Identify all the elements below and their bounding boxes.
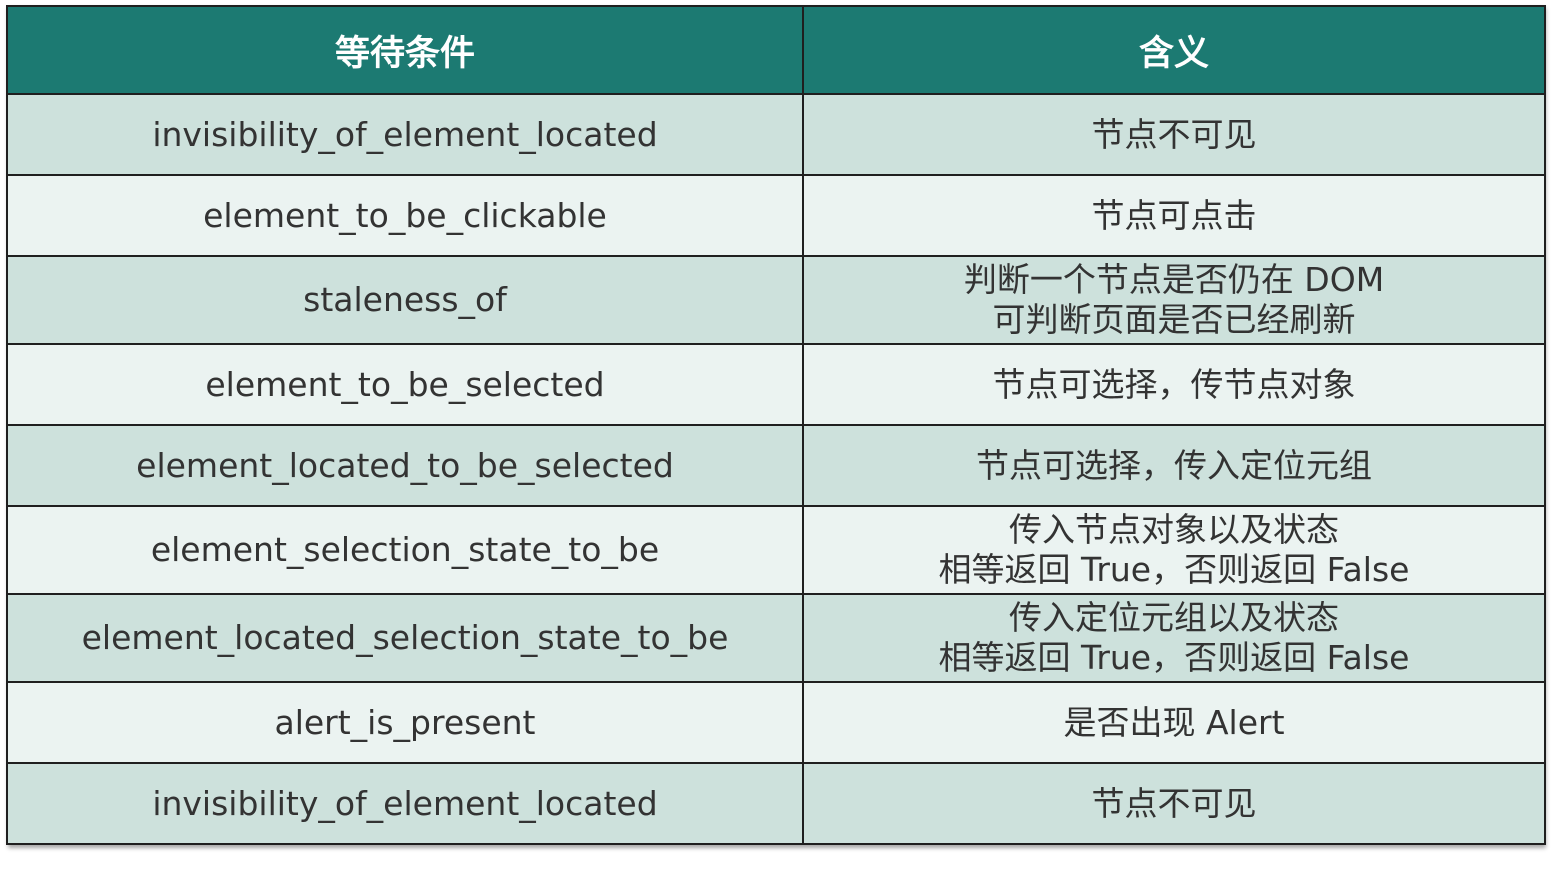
meaning-line: 相等返回 True，否则返回 False xyxy=(938,550,1410,589)
table-row: alert_is_present 是否出现 Alert xyxy=(6,681,1546,764)
meaning-line: 可判断页面是否已经刷新 xyxy=(992,300,1356,339)
condition-cell: element_to_be_selected xyxy=(6,343,804,426)
meaning-cell: 节点不可见 xyxy=(802,762,1546,845)
meaning-line: 节点不可见 xyxy=(1091,114,1257,154)
meaning-line: 判断一个节点是否仍在 DOM xyxy=(963,260,1385,299)
condition-cell: element_selection_state_to_be xyxy=(6,505,804,595)
condition-cell: invisibility_of_element_located xyxy=(6,762,804,845)
condition-cell: element_to_be_clickable xyxy=(6,174,804,257)
table-row: element_to_be_selected 节点可选择，传节点对象 xyxy=(6,343,1546,426)
table-row: element_located_selection_state_to_be 传入… xyxy=(6,593,1546,683)
meaning-cell: 传入节点对象以及状态 相等返回 True，否则返回 False xyxy=(802,505,1546,595)
header-condition: 等待条件 xyxy=(6,5,804,95)
condition-cell: staleness_of xyxy=(6,255,804,345)
wait-conditions-table: 等待条件 含义 invisibility_of_element_located … xyxy=(6,5,1546,845)
meaning-line: 节点可选择，传入定位元组 xyxy=(976,445,1372,485)
condition-cell: element_located_selection_state_to_be xyxy=(6,593,804,683)
table-row: invisibility_of_element_located 节点不可见 xyxy=(6,93,1546,176)
meaning-line: 相等返回 True，否则返回 False xyxy=(938,638,1410,677)
meaning-line: 节点可选择，传节点对象 xyxy=(992,364,1356,404)
header-meaning: 含义 xyxy=(802,5,1546,95)
table-row: staleness_of 判断一个节点是否仍在 DOM 可判断页面是否已经刷新 xyxy=(6,255,1546,345)
table-row: element_to_be_clickable 节点可点击 xyxy=(6,174,1546,257)
meaning-cell: 传入定位元组以及状态 相等返回 True，否则返回 False xyxy=(802,593,1546,683)
meaning-cell: 节点可选择，传节点对象 xyxy=(802,343,1546,426)
meaning-cell: 节点可选择，传入定位元组 xyxy=(802,424,1546,507)
meaning-line: 节点可点击 xyxy=(1091,195,1257,235)
condition-cell: invisibility_of_element_located xyxy=(6,93,804,176)
table-row: element_selection_state_to_be 传入节点对象以及状态… xyxy=(6,505,1546,595)
wait-conditions-table-container: 等待条件 含义 invisibility_of_element_located … xyxy=(6,5,1546,845)
condition-cell: alert_is_present xyxy=(6,681,804,764)
meaning-line: 传入节点对象以及状态 xyxy=(1009,510,1339,549)
meaning-cell: 判断一个节点是否仍在 DOM 可判断页面是否已经刷新 xyxy=(802,255,1546,345)
condition-cell: element_located_to_be_selected xyxy=(6,424,804,507)
meaning-cell: 节点不可见 xyxy=(802,93,1546,176)
meaning-cell: 节点可点击 xyxy=(802,174,1546,257)
table-row: element_located_to_be_selected 节点可选择，传入定… xyxy=(6,424,1546,507)
meaning-line: 是否出现 Alert xyxy=(1063,702,1285,742)
table-row: invisibility_of_element_located 节点不可见 xyxy=(6,762,1546,845)
table-header-row: 等待条件 含义 xyxy=(6,5,1546,95)
meaning-cell: 是否出现 Alert xyxy=(802,681,1546,764)
meaning-line: 传入定位元组以及状态 xyxy=(1009,598,1339,637)
meaning-line: 节点不可见 xyxy=(1091,783,1257,823)
